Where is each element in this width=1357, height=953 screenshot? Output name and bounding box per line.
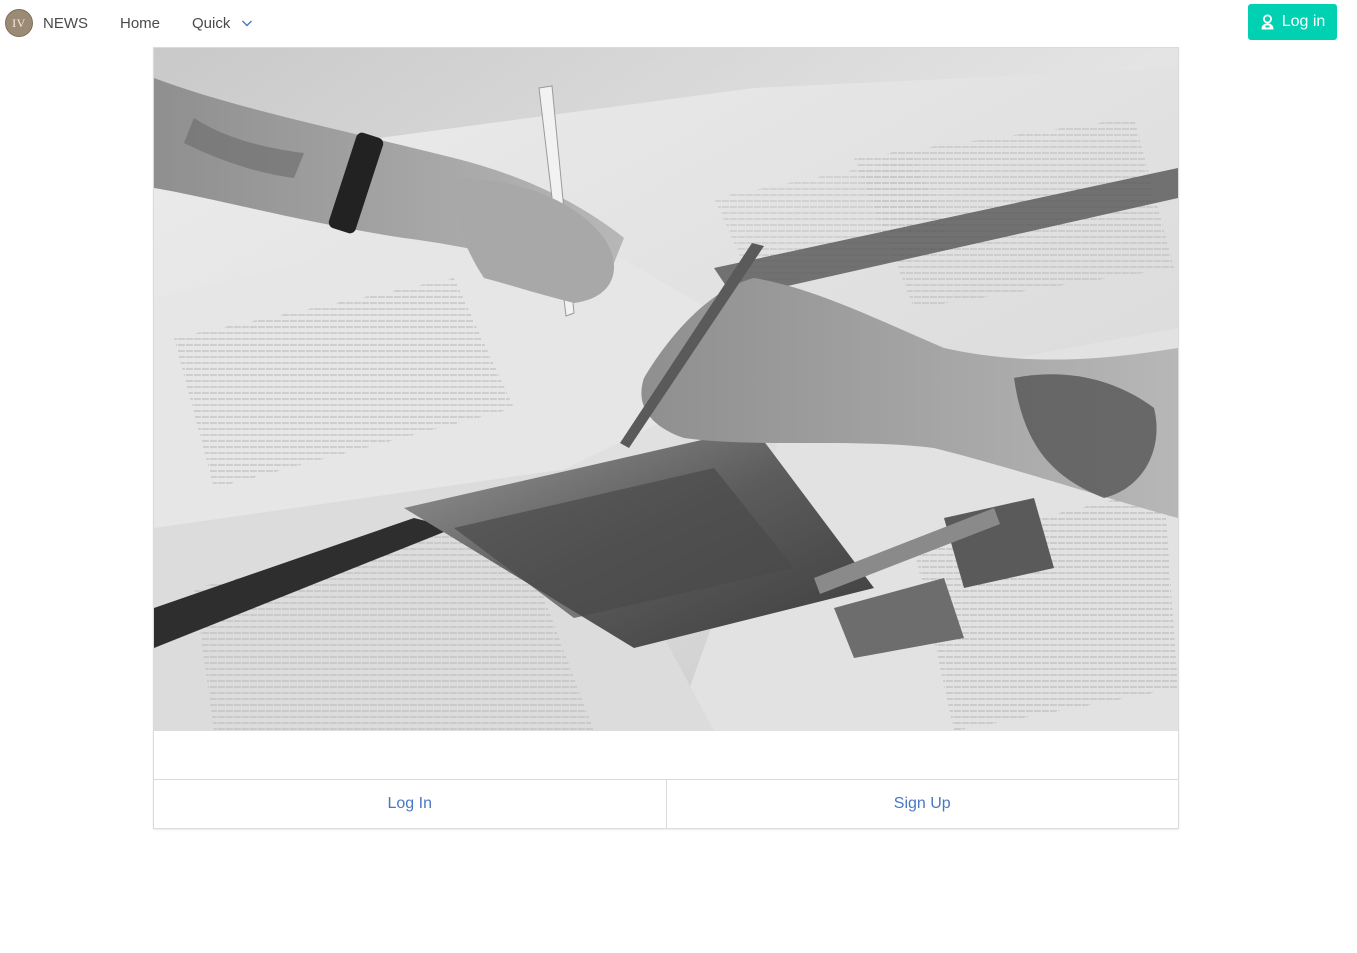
nav-home-label: Home [120, 14, 161, 32]
logo[interactable]: IV [5, 9, 33, 37]
footer-signup-link[interactable]: Sign Up [665, 780, 1179, 828]
login-button[interactable]: Log in [1248, 4, 1337, 40]
user-icon [1261, 14, 1274, 30]
brand-name[interactable]: NEWS [43, 15, 88, 32]
brand[interactable]: IV NEWS [5, 0, 88, 46]
login-card: Log In Sign Up [153, 47, 1179, 829]
top-navbar: IV NEWS Home Quick Log in [0, 0, 1357, 46]
card-content [154, 731, 1178, 779]
logo-text: IV [12, 15, 26, 30]
nav-quick-label: Quick [192, 14, 231, 32]
nav-home[interactable]: Home [120, 0, 160, 46]
chevron-down-icon [242, 20, 253, 27]
card-footer: Log In Sign Up [154, 779, 1178, 828]
hero-image [154, 48, 1178, 731]
footer-login-link[interactable]: Log In [154, 780, 666, 828]
login-button-label: Log in [1281, 13, 1326, 30]
nav-quick-dropdown[interactable]: Quick [192, 0, 253, 46]
newspaper-writing-photo [154, 48, 1178, 731]
